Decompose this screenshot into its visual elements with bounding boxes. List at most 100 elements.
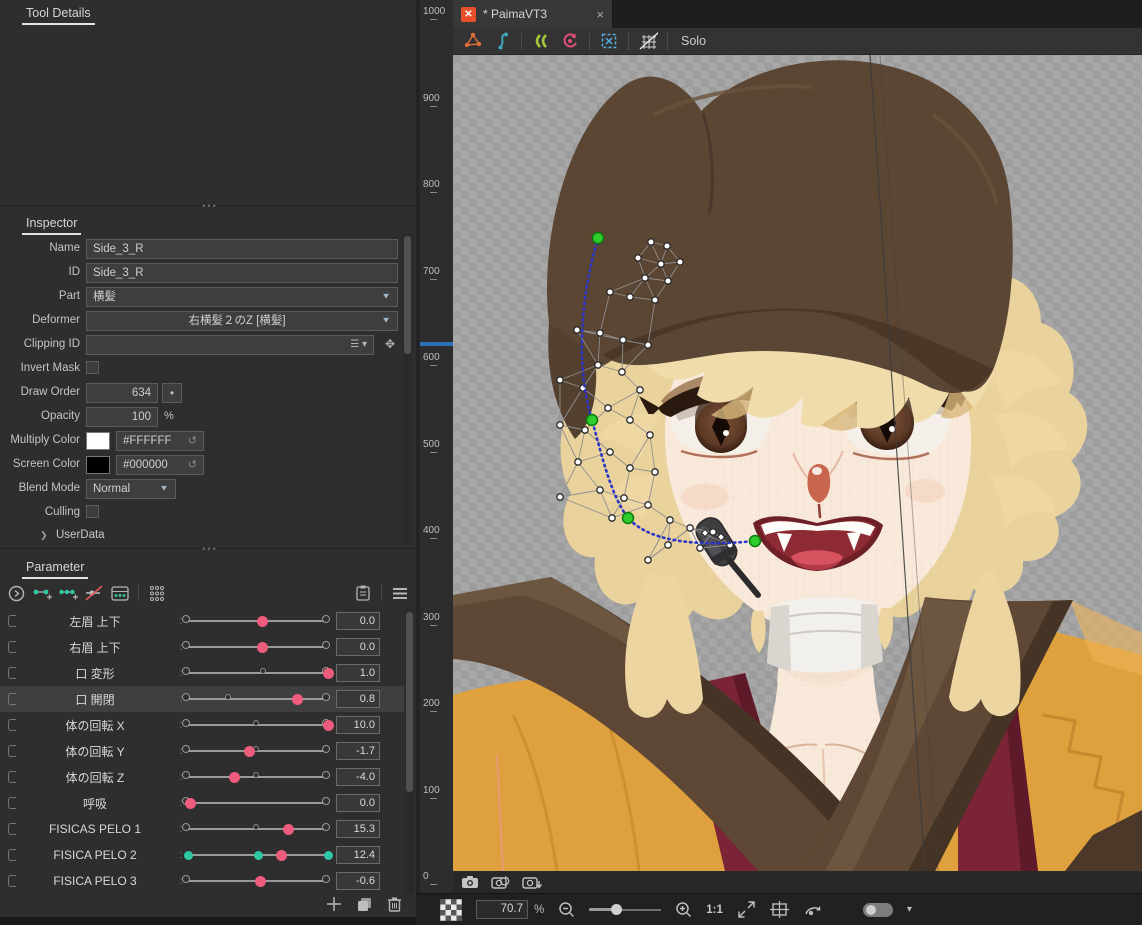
- param-value-input[interactable]: 0.0: [336, 612, 380, 630]
- mesh-vertex[interactable]: [647, 432, 653, 438]
- model-viewport[interactable]: [453, 55, 1142, 871]
- param-slider[interactable]: [188, 686, 328, 712]
- mesh-vertex[interactable]: [687, 525, 693, 531]
- param-slider[interactable]: [188, 816, 328, 842]
- mesh-vertex[interactable]: [627, 417, 633, 423]
- mesh-vertex[interactable]: [574, 327, 580, 333]
- param-slider[interactable]: [188, 764, 328, 790]
- mesh-vertex[interactable]: [677, 259, 683, 265]
- rotate-deformer-tool-icon[interactable]: [560, 32, 580, 50]
- multiply-color-swatch[interactable]: [86, 432, 110, 450]
- parameter-scrollbar[interactable]: [405, 608, 414, 894]
- parameter-row[interactable]: 右眉 上下 : 0.0: [0, 634, 404, 660]
- grid-dots-icon[interactable]: [147, 584, 167, 602]
- actual-size-button[interactable]: 1:1: [706, 904, 723, 916]
- path-tool-icon[interactable]: [492, 32, 512, 50]
- remove-keypoint-icon[interactable]: [84, 584, 104, 602]
- part-dropdown[interactable]: 横髪▼: [86, 287, 398, 307]
- reset-icon[interactable]: ↺: [188, 432, 197, 450]
- parameter-row[interactable]: 体の回転 X : 10.0: [0, 712, 404, 738]
- panel-splitter[interactable]: •••: [198, 544, 222, 554]
- mesh-vertex[interactable]: [605, 405, 611, 411]
- param-slider[interactable]: [188, 790, 328, 816]
- parameter-row[interactable]: 口 変形 : 1.0: [0, 660, 404, 686]
- inspector-scrollbar[interactable]: [403, 234, 412, 544]
- curve-control-point[interactable]: [587, 415, 598, 426]
- param-slider[interactable]: [188, 608, 328, 634]
- mesh-vertex[interactable]: [582, 427, 588, 433]
- keyform-editor-icon[interactable]: [110, 584, 130, 602]
- multiply-color-input[interactable]: #FFFFFF↺: [116, 431, 204, 451]
- mesh-vertex[interactable]: [619, 369, 625, 375]
- draw-order-input[interactable]: 634: [86, 383, 158, 403]
- add-parameter-icon[interactable]: [326, 896, 342, 912]
- transform-box-icon[interactable]: [599, 32, 619, 50]
- blend-mode-dropdown[interactable]: Normal▼: [86, 479, 176, 499]
- camera-icon[interactable]: [461, 875, 479, 889]
- name-input[interactable]: Side_3_R: [86, 239, 398, 259]
- mesh-vertex[interactable]: [658, 261, 664, 267]
- delete-icon[interactable]: [387, 896, 402, 912]
- mesh-vertex[interactable]: [652, 297, 658, 303]
- mesh-vertex[interactable]: [627, 465, 633, 471]
- param-slider[interactable]: [188, 712, 328, 738]
- param-value-input[interactable]: 0.8: [336, 690, 380, 708]
- param-value-input[interactable]: 1.0: [336, 664, 380, 682]
- mesh-vertex[interactable]: [665, 542, 671, 548]
- mesh-vertex[interactable]: [557, 494, 563, 500]
- clipboard-icon[interactable]: [353, 584, 373, 602]
- chevron-down-icon[interactable]: ▾: [907, 904, 912, 915]
- parameter-row[interactable]: FISICA PELO 2 : 12.4: [0, 842, 404, 868]
- mesh-vertex[interactable]: [635, 255, 641, 261]
- mesh-vertex[interactable]: [637, 387, 643, 393]
- zoom-slider[interactable]: [589, 903, 661, 917]
- mesh-vertex[interactable]: [645, 557, 651, 563]
- add-2-keypoints-icon[interactable]: [32, 584, 52, 602]
- brush-tool-icon[interactable]: [531, 32, 551, 50]
- opacity-input[interactable]: 100: [86, 407, 158, 427]
- mesh-vertex[interactable]: [557, 377, 563, 383]
- culling-checkbox[interactable]: [86, 505, 99, 518]
- mesh-vertex[interactable]: [597, 487, 603, 493]
- param-value-input[interactable]: 12.4: [336, 846, 380, 864]
- curve-control-point[interactable]: [623, 513, 634, 524]
- draw-order-button[interactable]: •: [162, 383, 182, 403]
- zoom-in-icon[interactable]: [675, 901, 692, 918]
- mesh-vertex[interactable]: [667, 517, 673, 523]
- screen-color-input[interactable]: #000000↺: [116, 455, 204, 475]
- mesh-vertex[interactable]: [642, 275, 648, 281]
- mesh-vertex[interactable]: [607, 449, 613, 455]
- param-value-input[interactable]: -0.6: [336, 872, 380, 890]
- param-slider[interactable]: [188, 660, 328, 686]
- view-mode-toggle[interactable]: [863, 903, 893, 917]
- mesh-edit-tool-icon[interactable]: [463, 32, 483, 50]
- zoom-value-input[interactable]: 70.7: [476, 900, 528, 919]
- duplicate-icon[interactable]: [356, 896, 373, 912]
- list-dropdown-icon[interactable]: ☰ ▾: [350, 336, 367, 354]
- parameter-row[interactable]: 左眉 上下 : 0.0: [0, 608, 404, 634]
- clipping-id-input[interactable]: ☰ ▾: [86, 335, 374, 355]
- mesh-vertex[interactable]: [697, 545, 703, 551]
- parameter-row[interactable]: FISICAS PELO 1 : 15.3: [0, 816, 404, 842]
- mesh-vertex[interactable]: [652, 469, 658, 475]
- param-slider[interactable]: [188, 634, 328, 660]
- close-icon[interactable]: ×: [596, 7, 604, 22]
- mesh-vertex[interactable]: [665, 278, 671, 284]
- param-value-input[interactable]: -1.7: [336, 742, 380, 760]
- solo-toggle[interactable]: Solo: [681, 34, 706, 48]
- mesh-vertex[interactable]: [597, 330, 603, 336]
- invert-mask-checkbox[interactable]: [86, 361, 99, 374]
- mesh-vertex[interactable]: [620, 337, 626, 343]
- mesh-vertex[interactable]: [664, 243, 670, 249]
- curve-control-point[interactable]: [593, 233, 604, 244]
- mesh-vertex[interactable]: [648, 239, 654, 245]
- deformer-dropdown[interactable]: 右横髪２のZ [横髪]▼: [86, 311, 398, 331]
- document-tab[interactable]: ✕ * PaimaVT3 ×: [453, 0, 613, 28]
- param-value-input[interactable]: 15.3: [336, 820, 380, 838]
- camera-history-icon[interactable]: [491, 875, 510, 889]
- mesh-vertex[interactable]: [575, 459, 581, 465]
- zoom-out-icon[interactable]: [558, 901, 575, 918]
- add-3-keypoints-icon[interactable]: [58, 584, 78, 602]
- userdata-label[interactable]: UserData: [56, 529, 105, 541]
- parameter-row[interactable]: 体の回転 Z : -4.0: [0, 764, 404, 790]
